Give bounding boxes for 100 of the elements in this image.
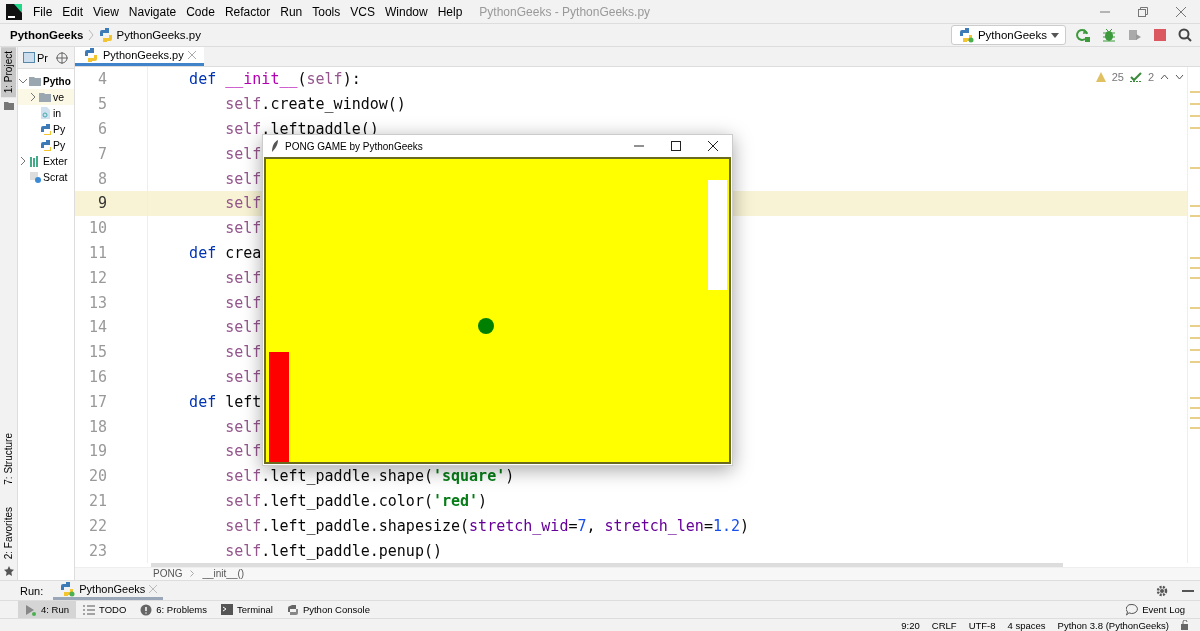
coverage-icon[interactable] xyxy=(1128,28,1142,42)
rerun-icon[interactable] xyxy=(1076,28,1090,42)
weak-warning-count[interactable]: 2 xyxy=(1147,71,1154,83)
debug-bug-icon[interactable] xyxy=(1102,28,1116,42)
check-icon xyxy=(1129,72,1142,82)
settings-icon[interactable] xyxy=(1156,584,1168,597)
app-logo-icon[interactable] xyxy=(6,3,22,20)
line-number: 8 xyxy=(96,169,107,188)
tree-item[interactable]: Py xyxy=(53,139,66,151)
menu-item[interactable]: Edit xyxy=(57,2,89,21)
restore-icon[interactable] xyxy=(1138,6,1148,17)
status-item[interactable]: Python 3.8 (PythonGeeks) xyxy=(1057,619,1169,631)
library-icon xyxy=(29,155,41,167)
code-line: def __init__(self): xyxy=(188,70,361,89)
locate-icon[interactable] xyxy=(56,51,68,64)
tool-window-tab[interactable]: Terminal xyxy=(213,601,280,618)
code-line: self.left_paddle.shape('square') xyxy=(224,467,515,486)
tool-window-tab[interactable]: 4: Run xyxy=(18,601,76,618)
status-item[interactable]: CRLF xyxy=(931,619,957,631)
line-number: 5 xyxy=(96,95,107,114)
tree-item[interactable]: ve xyxy=(53,91,65,103)
tool-window-tab[interactable]: TODO xyxy=(76,601,134,618)
python-file-icon xyxy=(39,123,51,135)
run-icon xyxy=(25,603,37,616)
panel-icon xyxy=(23,52,35,63)
menu-item[interactable]: Tools xyxy=(307,2,346,21)
menu-item[interactable]: Run xyxy=(275,2,308,21)
code-line: self xyxy=(224,417,262,436)
line-number: 12 xyxy=(87,268,107,287)
line-number: 7 xyxy=(96,144,107,163)
code-line: self xyxy=(224,219,262,238)
code-line: self.leftpaddle() xyxy=(224,120,379,138)
tree-item[interactable]: Exter xyxy=(43,155,68,167)
line-number: 4 xyxy=(96,70,107,89)
window-title: PythonGeeks - PythonGeeks.py xyxy=(479,4,652,19)
code-line: self xyxy=(224,293,262,312)
line-number: 17 xyxy=(87,392,107,411)
search-icon[interactable] xyxy=(1178,28,1192,42)
line-number: 16 xyxy=(87,367,107,386)
menu-item[interactable]: View xyxy=(88,2,124,21)
star-icon xyxy=(3,566,14,576)
menu-item[interactable]: Code xyxy=(181,2,220,21)
run-label: Run: xyxy=(20,584,44,597)
folder-icon xyxy=(29,75,41,87)
maximize-icon[interactable] xyxy=(671,141,681,151)
chevron-icon xyxy=(87,29,94,41)
tool-window-tab[interactable]: 6: Problems xyxy=(133,601,214,618)
tool-window-tab[interactable]: Python Console xyxy=(279,601,377,618)
tree-item[interactable]: Py xyxy=(53,123,66,135)
menu-item[interactable]: Window xyxy=(379,2,433,21)
breadcrumb[interactable]: __init__() xyxy=(202,568,245,580)
line-number: 11 xyxy=(87,243,107,262)
editor-tab[interactable]: PythonGeeks.py xyxy=(75,47,204,66)
line-number: 13 xyxy=(87,293,107,312)
python-file-icon xyxy=(39,139,51,151)
menu-item[interactable]: Refactor xyxy=(219,2,276,21)
code-line: self xyxy=(224,169,262,188)
chevron-icon xyxy=(190,570,195,578)
python-file-icon xyxy=(97,27,114,43)
scratch-icon xyxy=(29,171,41,183)
code-line: self xyxy=(224,144,262,163)
tool-window-tab[interactable]: 2: Favorites xyxy=(1,502,16,563)
breadcrumb[interactable]: PythonGeeks xyxy=(10,29,84,41)
status-item[interactable]: UTF-8 xyxy=(968,619,996,631)
terminal-icon xyxy=(220,603,233,616)
horizontal-scrollbar[interactable] xyxy=(151,562,1063,567)
run-configuration-dropdown[interactable]: PythonGeeks xyxy=(950,25,1066,45)
speech-bubble-icon xyxy=(1126,603,1139,616)
menu-item[interactable]: File xyxy=(28,2,58,21)
menu-item[interactable]: Help xyxy=(432,2,468,21)
tree-item[interactable]: in xyxy=(53,107,62,119)
status-item[interactable]: 9:20 xyxy=(901,619,920,631)
menu-item[interactable]: Navigate xyxy=(123,2,182,21)
line-number: 6 xyxy=(96,120,107,138)
tool-window-tab[interactable]: 7: Structure xyxy=(1,429,16,489)
line-number: 10 xyxy=(87,219,107,238)
breadcrumb[interactable]: PONG xyxy=(153,568,183,580)
status-item[interactable]: 4 spaces xyxy=(1007,619,1046,631)
breadcrumb[interactable]: PythonGeeks.py xyxy=(116,29,201,41)
line-number: 20 xyxy=(87,467,107,486)
code-line: self xyxy=(224,442,262,461)
event-log-tab[interactable]: Event Log xyxy=(1119,601,1192,618)
warning-count[interactable]: 25 xyxy=(1111,71,1124,83)
tree-item[interactable]: Pytho xyxy=(43,75,71,87)
tool-window-tab[interactable]: 1: Project xyxy=(1,47,16,98)
line-number: 21 xyxy=(87,491,107,510)
tree-item[interactable]: Scrat xyxy=(43,171,68,183)
menu-item[interactable]: VCS xyxy=(345,2,380,21)
line-number: 9 xyxy=(96,194,107,213)
panel-title[interactable]: Pr xyxy=(37,51,48,64)
lock-icon[interactable] xyxy=(1181,620,1190,630)
window-title: PONG GAME by PythonGeeks xyxy=(285,140,423,152)
code-line: self xyxy=(224,194,262,213)
python-file-icon xyxy=(83,47,99,63)
list-icon xyxy=(83,603,95,616)
info-icon xyxy=(140,603,153,616)
file-icon xyxy=(39,107,51,119)
close-icon[interactable] xyxy=(708,141,718,151)
code-line: self xyxy=(224,318,262,337)
code-line: def left xyxy=(188,392,262,411)
